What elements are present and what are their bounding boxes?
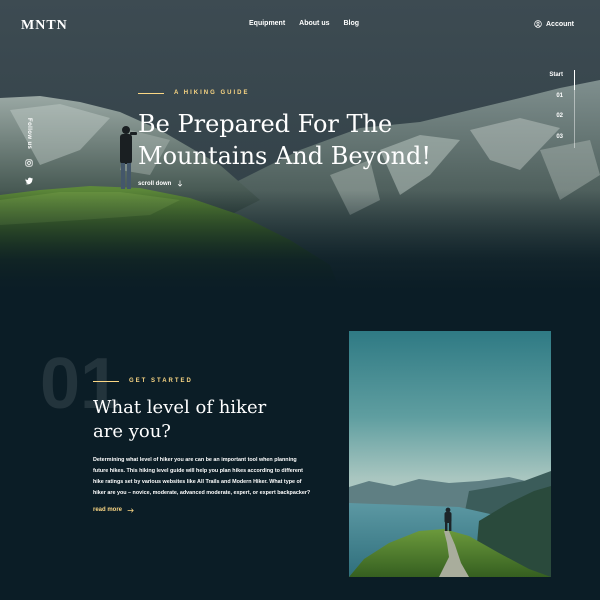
hero-eyebrow: A HIKING GUIDE xyxy=(138,90,498,96)
section-title-line-2: are you? xyxy=(93,421,171,442)
section-copy: GET STARTED What level of hiker are you?… xyxy=(93,378,313,513)
section-title: What level of hiker are you? xyxy=(93,396,313,444)
hero-copy: A HIKING GUIDE Be Prepared For The Mount… xyxy=(138,90,498,187)
social-bar: Follow us xyxy=(22,118,36,185)
section-body: Determining what level of hiker you are … xyxy=(93,457,311,496)
account-button[interactable]: Account xyxy=(534,20,574,28)
stepper-step-03[interactable]: 03 xyxy=(556,134,563,140)
stepper-step-01[interactable]: 01 xyxy=(556,93,563,99)
logo[interactable]: MNTN xyxy=(21,18,68,34)
hero-title-line-1: Be Prepared For The xyxy=(138,110,393,138)
read-more-link[interactable]: read more xyxy=(93,507,313,513)
eyebrow-divider xyxy=(93,380,119,382)
follow-us-label: Follow us xyxy=(26,118,32,150)
account-label: Account xyxy=(546,20,574,28)
scroll-down-link[interactable]: scroll down xyxy=(138,180,498,187)
read-more-label: read more xyxy=(93,507,123,513)
section-title-line-1: What level of hiker xyxy=(93,397,267,418)
instagram-icon[interactable] xyxy=(25,159,33,167)
nav-links: Equipment About us Blog xyxy=(249,20,359,27)
scroll-down-label: scroll down xyxy=(138,180,172,187)
user-circle-icon xyxy=(534,20,542,28)
nav-link-equipment[interactable]: Equipment xyxy=(249,20,285,27)
hero-title-line-2: Mountains And Beyond! xyxy=(138,142,432,170)
arrow-down-icon xyxy=(178,180,183,187)
top-nav: MNTN Equipment About us Blog Account xyxy=(0,0,600,50)
arrow-right-icon xyxy=(127,507,134,513)
hero-title: Be Prepared For The Mountains And Beyond… xyxy=(138,108,498,172)
hero-eyebrow-text: A HIKING GUIDE xyxy=(174,90,250,96)
hero-fade-overlay xyxy=(0,190,600,290)
stepper-rail-active xyxy=(574,70,575,90)
stepper-start[interactable]: Start xyxy=(549,72,563,78)
stepper-step-02[interactable]: 02 xyxy=(556,113,563,119)
nav-link-about-us[interactable]: About us xyxy=(299,20,329,27)
twitter-icon[interactable] xyxy=(25,177,33,185)
section-photo xyxy=(349,331,551,577)
section-eyebrow-text: GET STARTED xyxy=(129,378,193,384)
eyebrow-divider xyxy=(138,92,164,94)
hiker-trail-image xyxy=(349,331,551,577)
section-eyebrow: GET STARTED xyxy=(93,378,313,384)
nav-link-blog[interactable]: Blog xyxy=(344,20,360,27)
section-stepper: Start 01 02 03 xyxy=(535,70,575,148)
